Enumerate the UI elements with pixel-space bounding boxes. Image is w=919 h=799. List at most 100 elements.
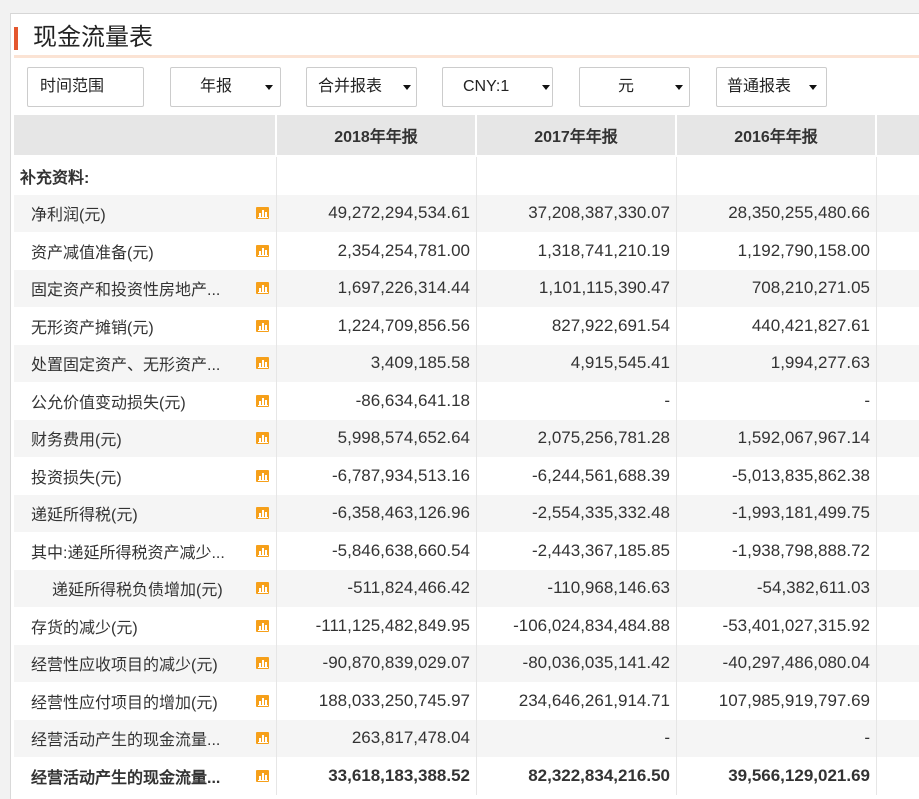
row-label: 固定资产和投资性房地产... — [31, 282, 221, 300]
bar-chart-icon[interactable] — [256, 319, 269, 332]
bar-chart-icon[interactable] — [256, 544, 269, 557]
value-2016: -53,401,027,315.92 — [677, 607, 877, 645]
value-2016: -1,938,798,888.72 — [677, 532, 877, 570]
table-header: 2018年年报 2017年年报 2016年年报 — [14, 115, 919, 157]
overflow-cell — [877, 757, 919, 795]
period-value: 年报 — [200, 78, 233, 95]
chevron-down-icon — [403, 85, 411, 90]
value-2016: 39,566,129,021.69 — [677, 757, 877, 795]
value-2017: -80,036,035,141.42 — [477, 644, 677, 682]
value-2016: 1,192,790,158.00 — [677, 232, 877, 270]
overflow-cell — [877, 232, 919, 270]
table-row: 公允价值变动损失(元) -86,634,641.18 - - — [14, 382, 919, 420]
overflow-cell — [877, 645, 919, 683]
overflow-cell — [877, 682, 919, 720]
value-2017: 4,915,545.41 — [477, 344, 677, 382]
bar-chart-icon[interactable] — [256, 469, 269, 482]
bar-chart-icon[interactable] — [256, 657, 269, 670]
table-row: 经营性应付项目的增加(元) 188,033,250,745.97 234,646… — [14, 682, 919, 720]
currency-select[interactable]: CNY:1 — [442, 67, 553, 107]
overflow-cell — [877, 382, 919, 420]
overflow-cell — [877, 195, 919, 233]
report-type-select[interactable]: 普通报表 — [716, 67, 827, 107]
bar-chart-icon[interactable] — [256, 507, 269, 520]
overflow-cell — [877, 720, 919, 758]
bar-chart-icon[interactable] — [256, 207, 269, 220]
bar-chart-icon[interactable] — [256, 619, 269, 632]
bar-chart-icon[interactable] — [256, 357, 269, 370]
value-2017: -2,443,367,185.85 — [477, 532, 677, 570]
value-2018: 263,817,478.04 — [277, 719, 477, 757]
unit-select[interactable]: 元 — [579, 67, 690, 107]
value-2018: 1,697,226,314.44 — [277, 269, 477, 307]
row-label: 投资损失(元) — [31, 469, 122, 487]
value-2018: -90,870,839,029.07 — [277, 644, 477, 682]
time-range-button[interactable]: 时间范围 — [27, 67, 144, 107]
column-header-2016: 2016年年报 — [677, 115, 877, 155]
table-row: 递延所得税负债增加(元) -511,824,466.42 -110,968,14… — [14, 569, 919, 607]
table-row: 递延所得税(元) -6,358,463,126.96 -2,554,335,33… — [14, 494, 919, 532]
value-2018: 3,409,185.58 — [277, 344, 477, 382]
value-2016: - — [677, 719, 877, 757]
table-row: 其中:递延所得税资产减少... -5,846,638,660.54 -2,443… — [14, 532, 919, 570]
row-label-cell: 经营活动产生的现金流量... — [14, 757, 277, 795]
total-row: 经营活动产生的现金流量... 33,618,183,388.52 82,322,… — [14, 757, 919, 795]
value-2017: 827,922,691.54 — [477, 307, 677, 345]
value-2016: - — [677, 382, 877, 420]
bar-chart-icon[interactable] — [256, 432, 269, 445]
overflow-cell — [877, 270, 919, 308]
table-row: 经营活动产生的现金流量... 263,817,478.04 - - — [14, 719, 919, 758]
value-2018: 1,224,709,856.56 — [277, 307, 477, 345]
bar-chart-icon[interactable] — [256, 769, 269, 782]
value-2016: 1,994,277.63 — [677, 344, 877, 382]
row-label: 其中:递延所得税资产减少... — [31, 544, 225, 562]
overflow-cell — [877, 157, 919, 195]
value-2018: -111,125,482,849.95 — [277, 607, 477, 645]
row-label-cell: 经营性应收项目的减少(元) — [14, 644, 277, 682]
table-row: 净利润(元) 49,272,294,534.61 37,208,387,330.… — [14, 194, 919, 233]
bar-chart-icon[interactable] — [256, 732, 269, 745]
row-label: 处置固定资产、无形资产... — [31, 357, 221, 375]
report-type-value: 普通报表 — [727, 78, 792, 95]
value-2017: -6,244,561,688.39 — [477, 457, 677, 495]
row-label-cell: 其中:递延所得税资产减少... — [14, 532, 277, 570]
empty-cell — [677, 157, 877, 195]
row-label-cell: 财务费用(元) — [14, 419, 277, 457]
period-select[interactable]: 年报 — [170, 67, 281, 107]
value-2017: 1,101,115,390.47 — [477, 269, 677, 307]
cash-flow-table: 2018年年报 2017年年报 2016年年报 补充资料: 净利润(元) 49,… — [14, 115, 919, 795]
row-label: 存货的减少(元) — [31, 619, 138, 637]
row-label-cell: 公允价值变动损失(元) — [14, 382, 277, 420]
value-2016: -54,382,611.03 — [677, 569, 877, 607]
value-2018: -511,824,466.42 — [277, 569, 477, 607]
row-label-cell: 经营活动产生的现金流量... — [14, 719, 277, 757]
row-label: 经营活动产生的现金流量... — [31, 732, 221, 750]
row-label: 资产减值准备(元) — [31, 244, 154, 262]
table-row: 财务费用(元) 5,998,574,652.64 2,075,256,781.2… — [14, 419, 919, 458]
value-2016: -5,013,835,862.38 — [677, 457, 877, 495]
consolidation-select[interactable]: 合并报表 — [306, 67, 417, 107]
row-label-cell: 无形资产摊销(元) — [14, 307, 277, 345]
value-2018: -86,634,641.18 — [277, 382, 477, 420]
row-label-cell: 存货的减少(元) — [14, 607, 277, 645]
value-2018: -6,787,934,513.16 — [277, 457, 477, 495]
bar-chart-icon[interactable] — [256, 582, 269, 595]
bar-chart-icon[interactable] — [256, 394, 269, 407]
row-label: 递延所得税负债增加(元) — [52, 582, 223, 600]
value-2018: 5,998,574,652.64 — [277, 419, 477, 457]
value-2017: -106,024,834,484.88 — [477, 607, 677, 645]
bar-chart-icon[interactable] — [256, 282, 269, 295]
table-body: 补充资料: 净利润(元) 49,272,294,534.61 37,208,38… — [14, 157, 919, 795]
row-label: 财务费用(元) — [31, 432, 122, 450]
overflow-cell — [877, 607, 919, 645]
bar-chart-icon[interactable] — [256, 694, 269, 707]
value-2018: 49,272,294,534.61 — [277, 194, 477, 232]
bar-chart-icon[interactable] — [256, 244, 269, 257]
table-row: 处置固定资产、无形资产... 3,409,185.58 4,915,545.41… — [14, 344, 919, 382]
overflow-cell — [877, 420, 919, 458]
row-label-cell: 投资损失(元) — [14, 457, 277, 495]
title-divider — [14, 55, 919, 58]
value-2016: 1,592,067,967.14 — [677, 419, 877, 457]
title-accent-bar — [14, 27, 18, 50]
section-label: 补充资料: — [14, 157, 277, 195]
